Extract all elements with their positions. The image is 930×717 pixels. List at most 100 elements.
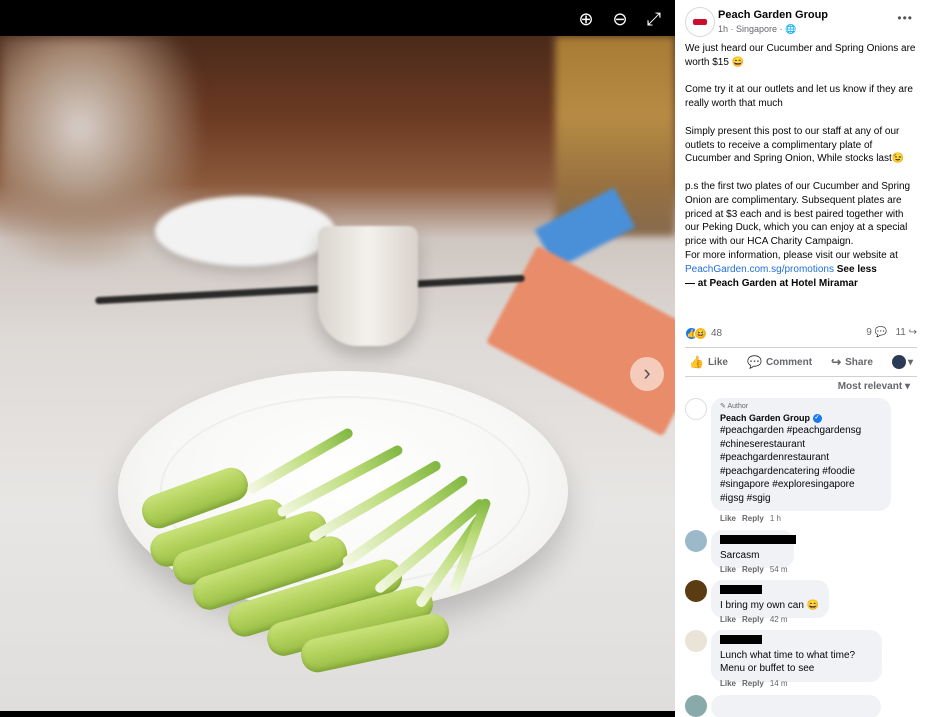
reaction-count: 48 (711, 328, 723, 339)
post-header: Peach Garden Group 1h · Singapore · 🌐 ••… (685, 7, 925, 39)
more-options-icon[interactable]: ••• (897, 11, 913, 25)
post-info: For more information, please visit our w… (685, 249, 898, 261)
comment-reply-button[interactable]: Reply (742, 514, 764, 523)
thumbs-up-icon: 👍 (689, 355, 704, 369)
post-stats: 👍 😆 48 9 💬 11 ↪ (685, 327, 917, 343)
comment-text: #igsg #sgig (720, 492, 771, 504)
comment-like-button[interactable]: Like (720, 679, 736, 688)
comment-like-button[interactable]: Like (720, 514, 736, 523)
page-avatar[interactable] (685, 7, 715, 37)
page-name[interactable]: Peach Garden Group (718, 9, 828, 21)
comment-text: Menu or buffet to see (720, 663, 815, 674)
reaction-summary[interactable]: 👍 😆 48 (685, 327, 722, 340)
avatar[interactable] (685, 398, 707, 420)
zoom-out-icon[interactable]: ⊖ (609, 8, 631, 30)
post-paragraph: p.s the first two plates of our Cucumber… (685, 180, 917, 249)
comment-text: #peachgarden #peachgardensg (720, 425, 862, 436)
verified-icon: ✓ (812, 414, 822, 424)
share-icon: ↪ (831, 355, 842, 369)
avatar (891, 355, 906, 369)
comment-reply-button[interactable]: Reply (742, 615, 764, 624)
comment-like-button[interactable]: Like (720, 565, 736, 574)
post-location: Singapore (736, 24, 778, 34)
comment-button[interactable]: 💬 Comment (743, 355, 816, 369)
comment-label: Comment (765, 356, 813, 368)
share-label: Share (845, 356, 873, 368)
post-paragraph: We just heard our Cucumber and Spring On… (685, 43, 916, 68)
engagement-counts: 9 💬 11 ↪ (866, 327, 917, 338)
see-less-link[interactable]: See less (837, 264, 877, 275)
post-meta: 1h · Singapore · 🌐 (718, 24, 797, 34)
comment-text: #singapore #exploresingapore (720, 479, 855, 490)
comment-time[interactable]: 1 h (770, 514, 781, 523)
comment-time[interactable]: 14 m (770, 679, 788, 688)
comment-bubble: Lunch what time to what time? Menu or bu… (711, 630, 882, 682)
chevron-right-icon: › (643, 360, 651, 385)
comment-actions: Like Reply 42 m (720, 615, 788, 624)
like-label: Like (707, 356, 728, 368)
comment-bubble: I bring my own can 😄 (711, 580, 829, 618)
comment-actions: Like Reply 14 m (720, 679, 788, 688)
caret-down-icon: ▾ (907, 356, 913, 368)
post-actions: 👍 Like 💬 Comment ↪ Share ▾ (685, 347, 917, 377)
comment-time[interactable]: 42 m (770, 615, 788, 624)
like-button[interactable]: 👍 Like (685, 355, 732, 369)
background-plate (155, 196, 335, 266)
zoom-in-icon[interactable]: ⊕ (575, 8, 597, 30)
comment-icon: 💬 (746, 355, 762, 369)
avatar[interactable] (685, 630, 707, 652)
fullscreen-icon[interactable]: ⤢ (643, 8, 665, 30)
comment-text: #peachgardenrestaurant (720, 452, 829, 463)
commenter-name[interactable]: Peach Garden Group ✓ (720, 412, 882, 424)
haha-reaction-icon: 😆 (694, 327, 707, 340)
next-photo-button[interactable]: › (630, 357, 664, 391)
redacted-name (720, 585, 762, 594)
comment-text: #chineserestaurant (720, 438, 806, 450)
share-count[interactable]: 11 (895, 327, 905, 338)
comment-text: Sarcasm (720, 549, 760, 561)
avatar[interactable] (685, 580, 707, 602)
redacted-name (720, 535, 796, 544)
promotions-link[interactable]: PeachGarden.com.sg/promotions (685, 264, 834, 275)
comment-actions: Like Reply 1 h (720, 514, 781, 523)
post-paragraph: Simply present this post to our staff at… (685, 125, 905, 165)
logo-mark (693, 19, 707, 25)
comment-actions: Like Reply 54 m (720, 565, 788, 574)
comment-sort[interactable]: Most relevant ▾ (838, 381, 910, 392)
comment-bubble: Sarcasm (711, 530, 796, 568)
share-icon: ↪ (908, 327, 917, 338)
comment-time[interactable]: 54 m (770, 565, 788, 574)
tea-cup (318, 226, 418, 346)
comment-bubble: ✎ Author Peach Garden Group ✓ #peachgard… (711, 398, 891, 511)
comment-count[interactable]: 9 (866, 327, 872, 338)
comment-like-button[interactable]: Like (720, 615, 736, 624)
post-text: We just heard our Cucumber and Spring On… (685, 42, 917, 290)
comment-icon: 💬 (874, 327, 888, 338)
comment-bubble (711, 695, 881, 717)
post-as-selector[interactable]: ▾ (888, 355, 917, 369)
chopsticks (95, 274, 525, 305)
comment-reply-button[interactable]: Reply (742, 565, 764, 574)
post-photo (0, 36, 675, 711)
post-paragraph: Come try it at our outlets and let us kn… (685, 84, 913, 110)
caret-down-icon: ▾ (904, 381, 910, 392)
author-badge: ✎ Author (720, 403, 749, 410)
redacted-name (720, 635, 762, 644)
comment-text: Lunch what time to what time? (720, 649, 856, 661)
globe-icon: 🌐 (785, 24, 797, 34)
post-panel: Peach Garden Group 1h · Singapore · 🌐 ••… (675, 0, 930, 717)
comment-reply-button[interactable]: Reply (742, 679, 764, 688)
post-paragraph: For more information, please visit our w… (685, 249, 917, 277)
comment-text: I bring my own can 😄 (720, 599, 820, 611)
avatar[interactable] (685, 695, 707, 717)
avatar[interactable] (685, 530, 707, 552)
post-time[interactable]: 1h (718, 24, 728, 34)
share-button[interactable]: ↪ Share (827, 355, 877, 369)
sort-label: Most relevant (837, 381, 903, 392)
viewer-controls: ⊕ ⊖ ⤢ (575, 8, 665, 30)
photo-viewer: ⊕ ⊖ ⤢ › (0, 0, 675, 717)
comment-text: #peachgardencatering #foodie (720, 465, 856, 477)
post-ps: p.s the first two plates of our Cucumber… (685, 180, 911, 248)
check-in-location[interactable]: — at Peach Garden at Hotel Miramar (685, 277, 917, 291)
menu-card (485, 245, 675, 437)
